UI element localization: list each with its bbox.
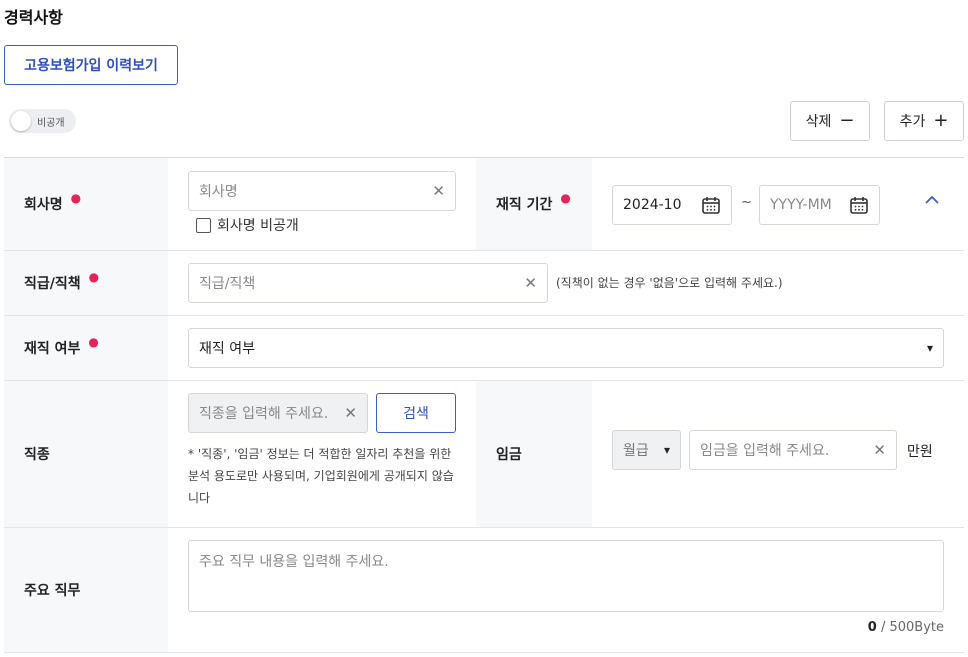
status-selected: 재직 여부 xyxy=(199,341,255,357)
salary-type-selected: 월급 xyxy=(623,443,649,459)
status-label: 재직 여부 ● xyxy=(4,316,168,380)
insurance-history-button[interactable]: 고용보험가입 이력보기 xyxy=(4,45,178,85)
checkbox-box[interactable] xyxy=(196,217,211,233)
jobtype-row: 직종 직종을 입력해 주세요. ✕ 검색 * '직종', '임금' 정보는 더 … xyxy=(4,381,964,528)
required-dot: ● xyxy=(88,270,100,284)
delete-button[interactable]: 삭제 − xyxy=(790,101,870,141)
section-title: 경력사항 xyxy=(4,8,63,27)
chevron-up-icon[interactable] xyxy=(924,194,940,206)
status-row: 재직 여부 ● 재직 여부 ▾ xyxy=(4,316,964,381)
period-separator: ~ xyxy=(741,195,752,210)
plus-icon: + xyxy=(933,110,949,131)
period-end-placeholder: YYYY-MM xyxy=(770,197,832,213)
jobtype-notice: * '직종', '임금' 정보는 더 적합한 일자리 추천을 위한 분석 용도로… xyxy=(188,447,454,505)
duties-label: 주요 직무 xyxy=(4,528,168,652)
required-dot: ● xyxy=(88,335,99,349)
jobtype-label: 직종 xyxy=(4,381,168,527)
chevron-down-icon: ▾ xyxy=(663,443,670,457)
career-form: 회사명 ● 회사명 ✕ 회사명 비공개 재직 기간 ● 2024-10 ~ YY… xyxy=(4,157,964,653)
position-placeholder: 직급/직책 xyxy=(199,276,256,292)
required-dot: ● xyxy=(70,191,82,205)
position-input[interactable]: 직급/직책 ✕ xyxy=(188,263,548,303)
company-label: 회사명 ● xyxy=(4,158,168,250)
salary-type-select[interactable]: 월급 ▾ xyxy=(612,430,681,470)
privacy-toggle-label: 비공개 xyxy=(37,117,65,129)
period-label: 재직 기간 ● xyxy=(476,158,592,250)
position-row: 직급/직책 ● 직급/직책 ✕ (직책이 없는 경우 '없음'으로 입력해 주세요… xyxy=(4,251,964,316)
period-end-input[interactable]: YYYY-MM xyxy=(759,185,880,225)
period-start-value: 2024-10 xyxy=(623,197,682,213)
calendar-icon[interactable] xyxy=(701,195,721,215)
duties-byte-counter: 0 / 500Byte xyxy=(868,620,944,635)
clear-icon[interactable]: ✕ xyxy=(344,404,357,422)
jobtype-input[interactable]: 직종을 입력해 주세요. ✕ xyxy=(188,393,368,433)
position-hint: (직책이 없는 경우 '없음'으로 입력해 주세요.) xyxy=(556,276,783,290)
jobtype-search-button[interactable]: 검색 xyxy=(376,393,456,433)
clear-icon[interactable]: ✕ xyxy=(524,274,537,292)
company-private-checkbox[interactable]: 회사명 비공개 xyxy=(196,215,299,235)
privacy-toggle[interactable]: 비공개 xyxy=(9,109,76,133)
company-private-label: 회사명 비공개 xyxy=(217,218,299,234)
minus-icon: − xyxy=(839,110,855,131)
company-row: 회사명 ● 회사명 ✕ 회사명 비공개 재직 기간 ● 2024-10 ~ YY… xyxy=(4,158,964,251)
salary-placeholder: 임금을 입력해 주세요. xyxy=(700,443,830,459)
toggle-knob xyxy=(11,111,31,131)
byte-limit: / 500Byte xyxy=(880,620,944,635)
period-start-input[interactable]: 2024-10 xyxy=(612,185,732,225)
company-input[interactable]: 회사명 ✕ xyxy=(188,171,456,211)
add-label: 추가 xyxy=(899,114,926,130)
duties-row: 주요 직무 주요 직무 내용을 입력해 주세요. 0 / 500Byte xyxy=(4,528,964,653)
delete-label: 삭제 xyxy=(805,114,832,130)
position-label: 직급/직책 ● xyxy=(4,251,168,315)
byte-count: 0 xyxy=(867,620,877,635)
add-button[interactable]: 추가 + xyxy=(884,101,964,141)
calendar-icon[interactable] xyxy=(849,195,869,215)
salary-label: 임금 xyxy=(476,381,592,527)
jobtype-placeholder: 직종을 입력해 주세요. xyxy=(199,406,329,422)
chevron-down-icon: ▾ xyxy=(926,341,933,355)
required-dot: ● xyxy=(560,191,571,205)
company-placeholder: 회사명 xyxy=(199,184,238,200)
duties-textarea[interactable]: 주요 직무 내용을 입력해 주세요. xyxy=(188,540,944,612)
salary-unit: 만원 xyxy=(907,444,933,460)
clear-icon[interactable]: ✕ xyxy=(873,441,886,459)
clear-icon[interactable]: ✕ xyxy=(432,182,445,200)
salary-input[interactable]: 임금을 입력해 주세요. ✕ xyxy=(689,430,897,470)
status-select[interactable]: 재직 여부 ▾ xyxy=(188,328,944,368)
